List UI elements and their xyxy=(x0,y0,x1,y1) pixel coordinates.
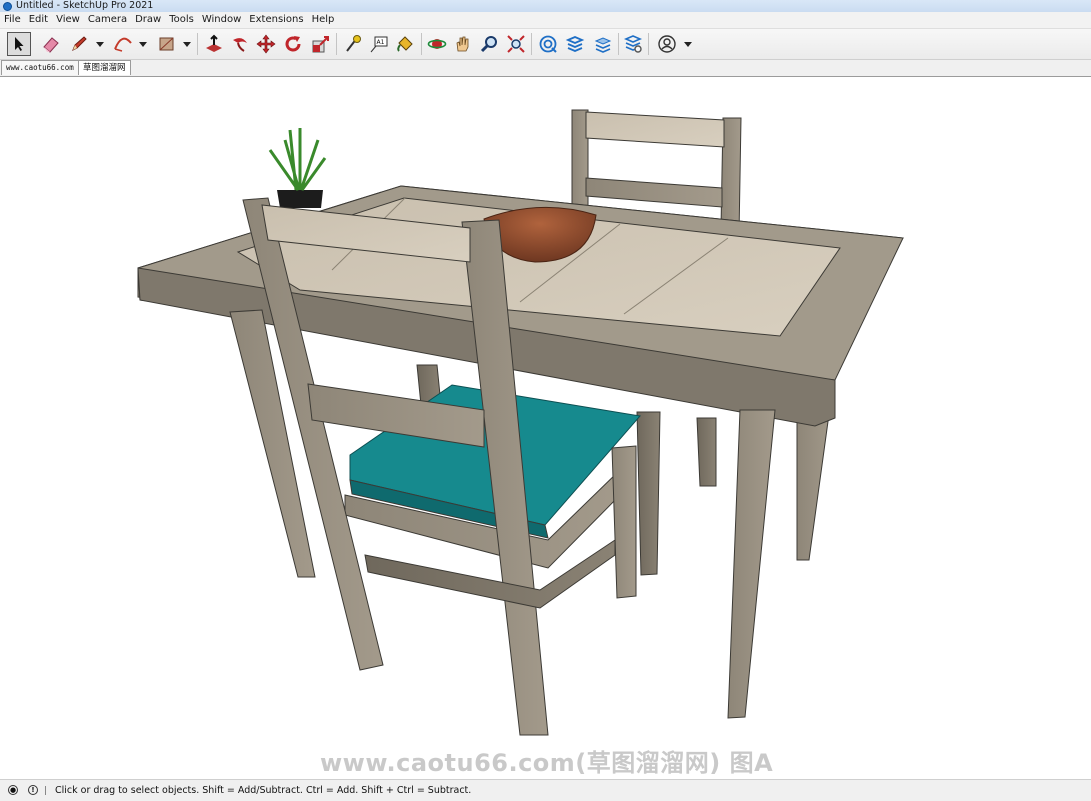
arc-button[interactable] xyxy=(111,32,135,56)
menu-extensions[interactable]: Extensions xyxy=(245,12,307,28)
pan-icon xyxy=(456,36,469,52)
account-icon xyxy=(658,35,676,53)
account-dropdown-arrow[interactable] xyxy=(684,42,692,47)
toolbar-separator xyxy=(618,33,619,55)
extension-warehouse-button[interactable] xyxy=(563,32,587,56)
orbit-icon xyxy=(427,39,447,49)
zoom-extents-button[interactable] xyxy=(504,32,528,56)
arc-icon xyxy=(114,37,132,52)
3d-warehouse-button[interactable] xyxy=(536,32,560,56)
pan-button[interactable] xyxy=(451,32,475,56)
plant-pot xyxy=(268,128,327,208)
layout-icon xyxy=(594,37,612,53)
pencil-icon xyxy=(72,36,87,52)
viewport-watermark: www.caotu66.com(草图溜溜网) 图A xyxy=(320,749,774,777)
menu-help[interactable]: Help xyxy=(308,12,339,28)
orbit-button[interactable] xyxy=(425,32,449,56)
scale-icon xyxy=(312,36,329,53)
eraser-button[interactable] xyxy=(39,32,63,56)
paint-bucket-button[interactable] xyxy=(393,32,417,56)
extension-manager-icon xyxy=(623,35,643,53)
warehouse-icon xyxy=(539,35,557,53)
toolbar-separator xyxy=(336,33,337,55)
arc-dropdown-arrow[interactable] xyxy=(139,42,147,47)
menu-camera[interactable]: Camera xyxy=(84,12,131,28)
toolbar-separator xyxy=(531,33,532,55)
rotate-button[interactable] xyxy=(281,32,305,56)
push-pull-button[interactable] xyxy=(202,32,226,56)
menu-bar: File Edit View Camera Draw Tools Window … xyxy=(0,12,1091,29)
menu-draw[interactable]: Draw xyxy=(131,12,165,28)
rectangle-button[interactable] xyxy=(155,32,179,56)
follow-me-icon xyxy=(233,38,247,52)
move-button[interactable] xyxy=(254,32,278,56)
svg-text:A1: A1 xyxy=(377,39,385,46)
menu-window[interactable]: Window xyxy=(198,12,245,28)
rectangle-icon xyxy=(159,37,174,51)
zoom-icon xyxy=(480,36,497,53)
pencil-button[interactable] xyxy=(67,32,91,56)
zoom-extents-icon xyxy=(507,35,525,53)
rotate-icon xyxy=(285,36,301,52)
window-title: Untitled - SketchUp Pro 2021 xyxy=(16,0,154,11)
tape-measure-icon xyxy=(346,35,361,52)
status-divider xyxy=(45,786,46,795)
account-button[interactable] xyxy=(655,32,679,56)
zoom-button[interactable] xyxy=(477,32,501,56)
text-icon: A1 xyxy=(370,36,388,53)
dining-set-model xyxy=(137,109,904,736)
status-hint: Click or drag to select objects. Shift =… xyxy=(55,785,472,796)
move-icon xyxy=(256,34,276,54)
main-toolbar: A1 xyxy=(0,29,1091,60)
scene-tabs-bar: www.caotu66.com 草图溜溜网 xyxy=(0,60,1091,77)
extension-warehouse-icon xyxy=(565,36,585,52)
title-bar: Untitled - SketchUp Pro 2021 xyxy=(0,0,1091,12)
geolocation-icon[interactable]: ● xyxy=(8,785,18,795)
select-icon xyxy=(15,37,24,51)
push-pull-icon xyxy=(206,34,222,52)
select-button[interactable] xyxy=(7,32,31,56)
extension-manager-button[interactable] xyxy=(621,32,645,56)
follow-me-button[interactable] xyxy=(228,32,252,56)
drawing-viewport[interactable]: www.caotu66.com(草图溜溜网) 图A xyxy=(0,77,1091,779)
tape-measure-button[interactable] xyxy=(341,32,365,56)
eraser-icon xyxy=(43,37,59,53)
status-bar: ● ! Click or drag to select objects. Shi… xyxy=(0,779,1091,801)
toolbar-separator xyxy=(648,33,649,55)
menu-file[interactable]: File xyxy=(0,12,25,28)
scale-button[interactable] xyxy=(309,32,333,56)
scene-tab-caotu66[interactable]: www.caotu66.com xyxy=(1,60,79,75)
rectangle-dropdown-arrow[interactable] xyxy=(183,42,191,47)
menu-edit[interactable]: Edit xyxy=(25,12,52,28)
sketchup-logo-icon xyxy=(3,1,12,11)
menu-tools[interactable]: Tools xyxy=(165,12,198,28)
paint-bucket-icon xyxy=(397,36,413,52)
menu-view[interactable]: View xyxy=(52,12,84,28)
instructor-info-icon[interactable]: ! xyxy=(28,785,38,795)
scene-tab-caotu-liuliu[interactable]: 草图溜溜网 xyxy=(78,60,131,75)
layout-button[interactable] xyxy=(591,32,615,56)
text-button[interactable]: A1 xyxy=(367,32,391,56)
toolbar-separator xyxy=(421,33,422,55)
pencil-dropdown-arrow[interactable] xyxy=(96,42,104,47)
toolbar-separator xyxy=(197,33,198,55)
